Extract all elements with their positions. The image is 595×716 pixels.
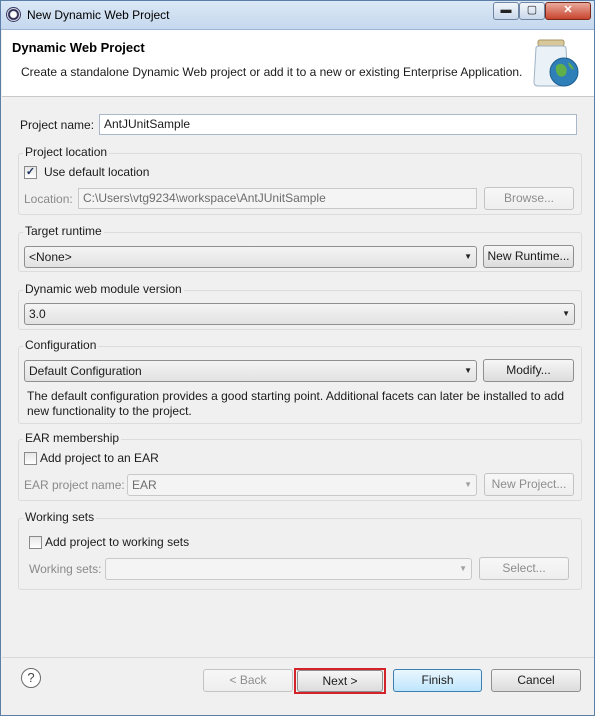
select-button[interactable]: Select... [479,557,569,580]
ear-project-value: EAR [132,478,157,492]
dropdown-arrow-icon: ▼ [464,366,472,375]
new-project-button[interactable]: New Project... [484,473,574,496]
target-runtime-value: <None> [29,250,72,264]
page-title: Dynamic Web Project [12,40,145,55]
location-field[interactable]: C:\Users\vtg9234\workspace\AntJUnitSampl… [78,188,477,209]
web-module-version-value: 3.0 [29,307,46,321]
configuration-value: Default Configuration [29,364,142,378]
add-to-working-sets-checkbox[interactable] [29,536,42,549]
browse-button[interactable]: Browse... [484,187,574,210]
footer-separator [2,657,594,658]
add-to-working-sets-label: Add project to working sets [45,535,190,549]
working-sets-title: Working sets [23,510,97,524]
working-sets-label: Working sets: [29,562,102,576]
dropdown-arrow-icon: ▼ [464,480,472,489]
use-default-location-label: Use default location [44,165,150,179]
ear-project-select[interactable]: EAR ▼ [127,474,477,496]
add-to-ear-label: Add project to an EAR [40,451,159,465]
web-module-version-title: Dynamic web module version [23,282,184,296]
use-default-location-checkbox[interactable]: ✓ [24,166,37,179]
ear-project-name-label: EAR project name: [24,478,125,492]
project-name-input[interactable]: AntJUnitSample [99,114,577,135]
eclipse-icon [6,7,21,22]
dropdown-arrow-icon: ▼ [464,252,472,261]
maximize-button[interactable]: ▢ [519,2,545,20]
configuration-description-line2: new functionality to the project. [27,404,192,418]
add-to-ear-checkbox[interactable] [24,452,37,465]
working-sets-select[interactable]: ▼ [105,558,472,580]
project-name-label: Project name: [20,118,95,132]
window-title: New Dynamic Web Project [27,8,170,22]
modify-button[interactable]: Modify... [483,359,574,382]
ear-membership-title: EAR membership [23,431,122,445]
page-description: Create a standalone Dynamic Web project … [21,65,523,79]
target-runtime-select[interactable]: <None> ▼ [24,246,477,268]
close-button[interactable]: ✕ [545,2,591,20]
project-location-title: Project location [23,145,110,159]
title-bar: New Dynamic Web Project ▬ ▢ ✕ [1,1,594,30]
minimize-button[interactable]: ▬ [493,2,519,20]
location-label: Location: [24,192,73,206]
wizard-header: Dynamic Web Project Create a standalone … [2,30,594,97]
back-button[interactable]: < Back [203,669,293,692]
configuration-description-line1: The default configuration provides a goo… [27,389,565,403]
configuration-title: Configuration [23,338,99,352]
dropdown-arrow-icon: ▼ [562,309,570,318]
dialog-window: New Dynamic Web Project ▬ ▢ ✕ Dynamic We… [0,0,595,716]
web-module-version-select[interactable]: 3.0 ▼ [24,303,575,325]
target-runtime-title: Target runtime [23,224,104,238]
configuration-select[interactable]: Default Configuration ▼ [24,360,477,382]
help-icon[interactable]: ? [21,668,41,688]
next-button-highlight [294,668,386,694]
jar-globe-icon [533,39,579,87]
finish-button[interactable]: Finish [393,669,482,692]
dropdown-arrow-icon: ▼ [459,564,467,573]
cancel-button[interactable]: Cancel [491,669,581,692]
new-runtime-button[interactable]: New Runtime... [483,245,574,268]
